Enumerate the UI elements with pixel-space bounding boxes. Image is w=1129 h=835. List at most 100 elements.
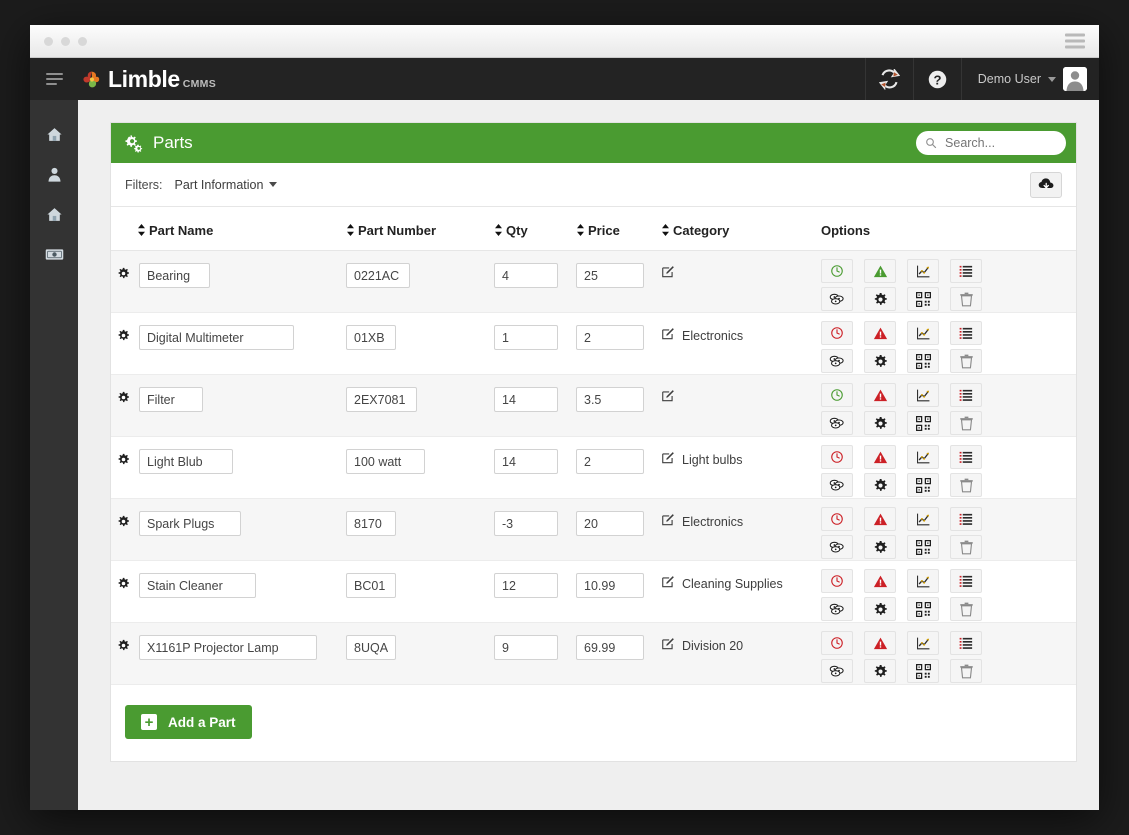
option-trash-button[interactable] [950,535,982,559]
edit-icon[interactable] [661,451,675,468]
option-list-button[interactable] [950,259,982,283]
sidebar-item-parts[interactable] [30,234,78,274]
option-trash-button[interactable] [950,597,982,621]
search-input[interactable] [943,135,1057,151]
option-chart-line-button[interactable] [907,445,939,469]
user-menu[interactable]: Demo User [960,58,1099,100]
option-chart-line-button[interactable] [907,383,939,407]
option-chart-line-button[interactable] [907,259,939,283]
option-trash-button[interactable] [950,411,982,435]
window-dot-close[interactable] [44,36,53,46]
column-header-qty[interactable]: Qty [494,207,576,251]
window-dot-maximize[interactable] [78,36,87,46]
option-qr-code-button[interactable] [907,287,939,311]
edit-icon[interactable] [661,265,675,282]
option-qr-code-button[interactable] [907,473,939,497]
option-clock-button[interactable] [821,321,853,345]
option-warning-triangle-button[interactable] [864,383,896,407]
column-header-category[interactable]: Category [661,207,821,251]
column-header-part-name[interactable]: Part Name [111,207,346,251]
option-warning-triangle-button[interactable] [864,631,896,655]
help-button[interactable]: ? [912,58,961,100]
qty-input[interactable] [494,511,558,536]
option-chart-line-button[interactable] [907,631,939,655]
row-gear-icon[interactable] [117,329,130,347]
option-clock-button[interactable] [821,569,853,593]
option-chart-line-button[interactable] [907,507,939,531]
qty-input[interactable] [494,449,558,474]
part-name-input[interactable] [139,387,203,412]
option-clock-button[interactable] [821,383,853,407]
option-warning-triangle-button[interactable] [864,569,896,593]
option-qr-code-button[interactable] [907,597,939,621]
edit-icon[interactable] [661,389,675,406]
part-number-input[interactable] [346,511,396,536]
option-coins-button[interactable] [821,659,853,683]
price-input[interactable] [576,387,644,412]
row-gear-icon[interactable] [117,577,130,595]
option-qr-code-button[interactable] [907,535,939,559]
option-coins-button[interactable] [821,473,853,497]
option-clock-button[interactable] [821,445,853,469]
option-qr-code-button[interactable] [907,659,939,683]
part-name-input[interactable] [139,635,317,660]
edit-icon[interactable] [661,327,675,344]
option-clock-button[interactable] [821,631,853,655]
part-name-input[interactable] [139,573,256,598]
price-input[interactable] [576,325,644,350]
part-name-input[interactable] [139,263,211,288]
part-name-input[interactable] [139,449,233,474]
refresh-button[interactable] [864,58,913,100]
option-coins-button[interactable] [821,287,853,311]
option-gear-button[interactable] [864,597,896,621]
edit-icon[interactable] [661,575,675,592]
option-clock-button[interactable] [821,507,853,531]
option-list-button[interactable] [950,507,982,531]
edit-icon[interactable] [661,637,675,654]
price-input[interactable] [576,449,644,474]
column-header-part-number[interactable]: Part Number [346,207,494,251]
option-list-button[interactable] [950,383,982,407]
option-list-button[interactable] [950,631,982,655]
download-button[interactable] [1030,171,1062,198]
part-number-input[interactable] [346,635,396,660]
price-input[interactable] [576,635,644,660]
window-dot-minimize[interactable] [61,36,70,46]
row-gear-icon[interactable] [117,515,130,533]
price-input[interactable] [576,511,644,536]
qty-input[interactable] [494,387,558,412]
add-part-button[interactable]: + Add a Part [125,705,252,739]
sidebar-item-home[interactable] [30,114,78,154]
row-gear-icon[interactable] [117,391,130,409]
option-qr-code-button[interactable] [907,349,939,373]
part-name-input[interactable] [139,511,241,536]
option-gear-button[interactable] [864,287,896,311]
part-name-input[interactable] [139,325,294,350]
option-gear-button[interactable] [864,659,896,683]
edit-icon[interactable] [661,513,675,530]
option-coins-button[interactable] [821,411,853,435]
part-number-input[interactable] [346,325,396,350]
option-gear-button[interactable] [864,473,896,497]
option-warning-triangle-button[interactable] [864,507,896,531]
price-input[interactable] [576,263,644,288]
row-gear-icon[interactable] [117,639,130,657]
option-list-button[interactable] [950,445,982,469]
qty-input[interactable] [494,573,558,598]
option-list-button[interactable] [950,569,982,593]
part-number-input[interactable] [346,263,410,288]
option-warning-triangle-button[interactable] [864,321,896,345]
qty-input[interactable] [494,635,558,660]
option-trash-button[interactable] [950,659,982,683]
option-chart-line-button[interactable] [907,569,939,593]
qty-input[interactable] [494,325,558,350]
part-number-input[interactable] [346,387,418,412]
option-coins-button[interactable] [821,349,853,373]
option-clock-button[interactable] [821,259,853,283]
row-gear-icon[interactable] [117,453,130,471]
sidebar-item-assets[interactable] [30,194,78,234]
option-coins-button[interactable] [821,597,853,621]
option-trash-button[interactable] [950,287,982,311]
option-gear-button[interactable] [864,411,896,435]
price-input[interactable] [576,573,644,598]
